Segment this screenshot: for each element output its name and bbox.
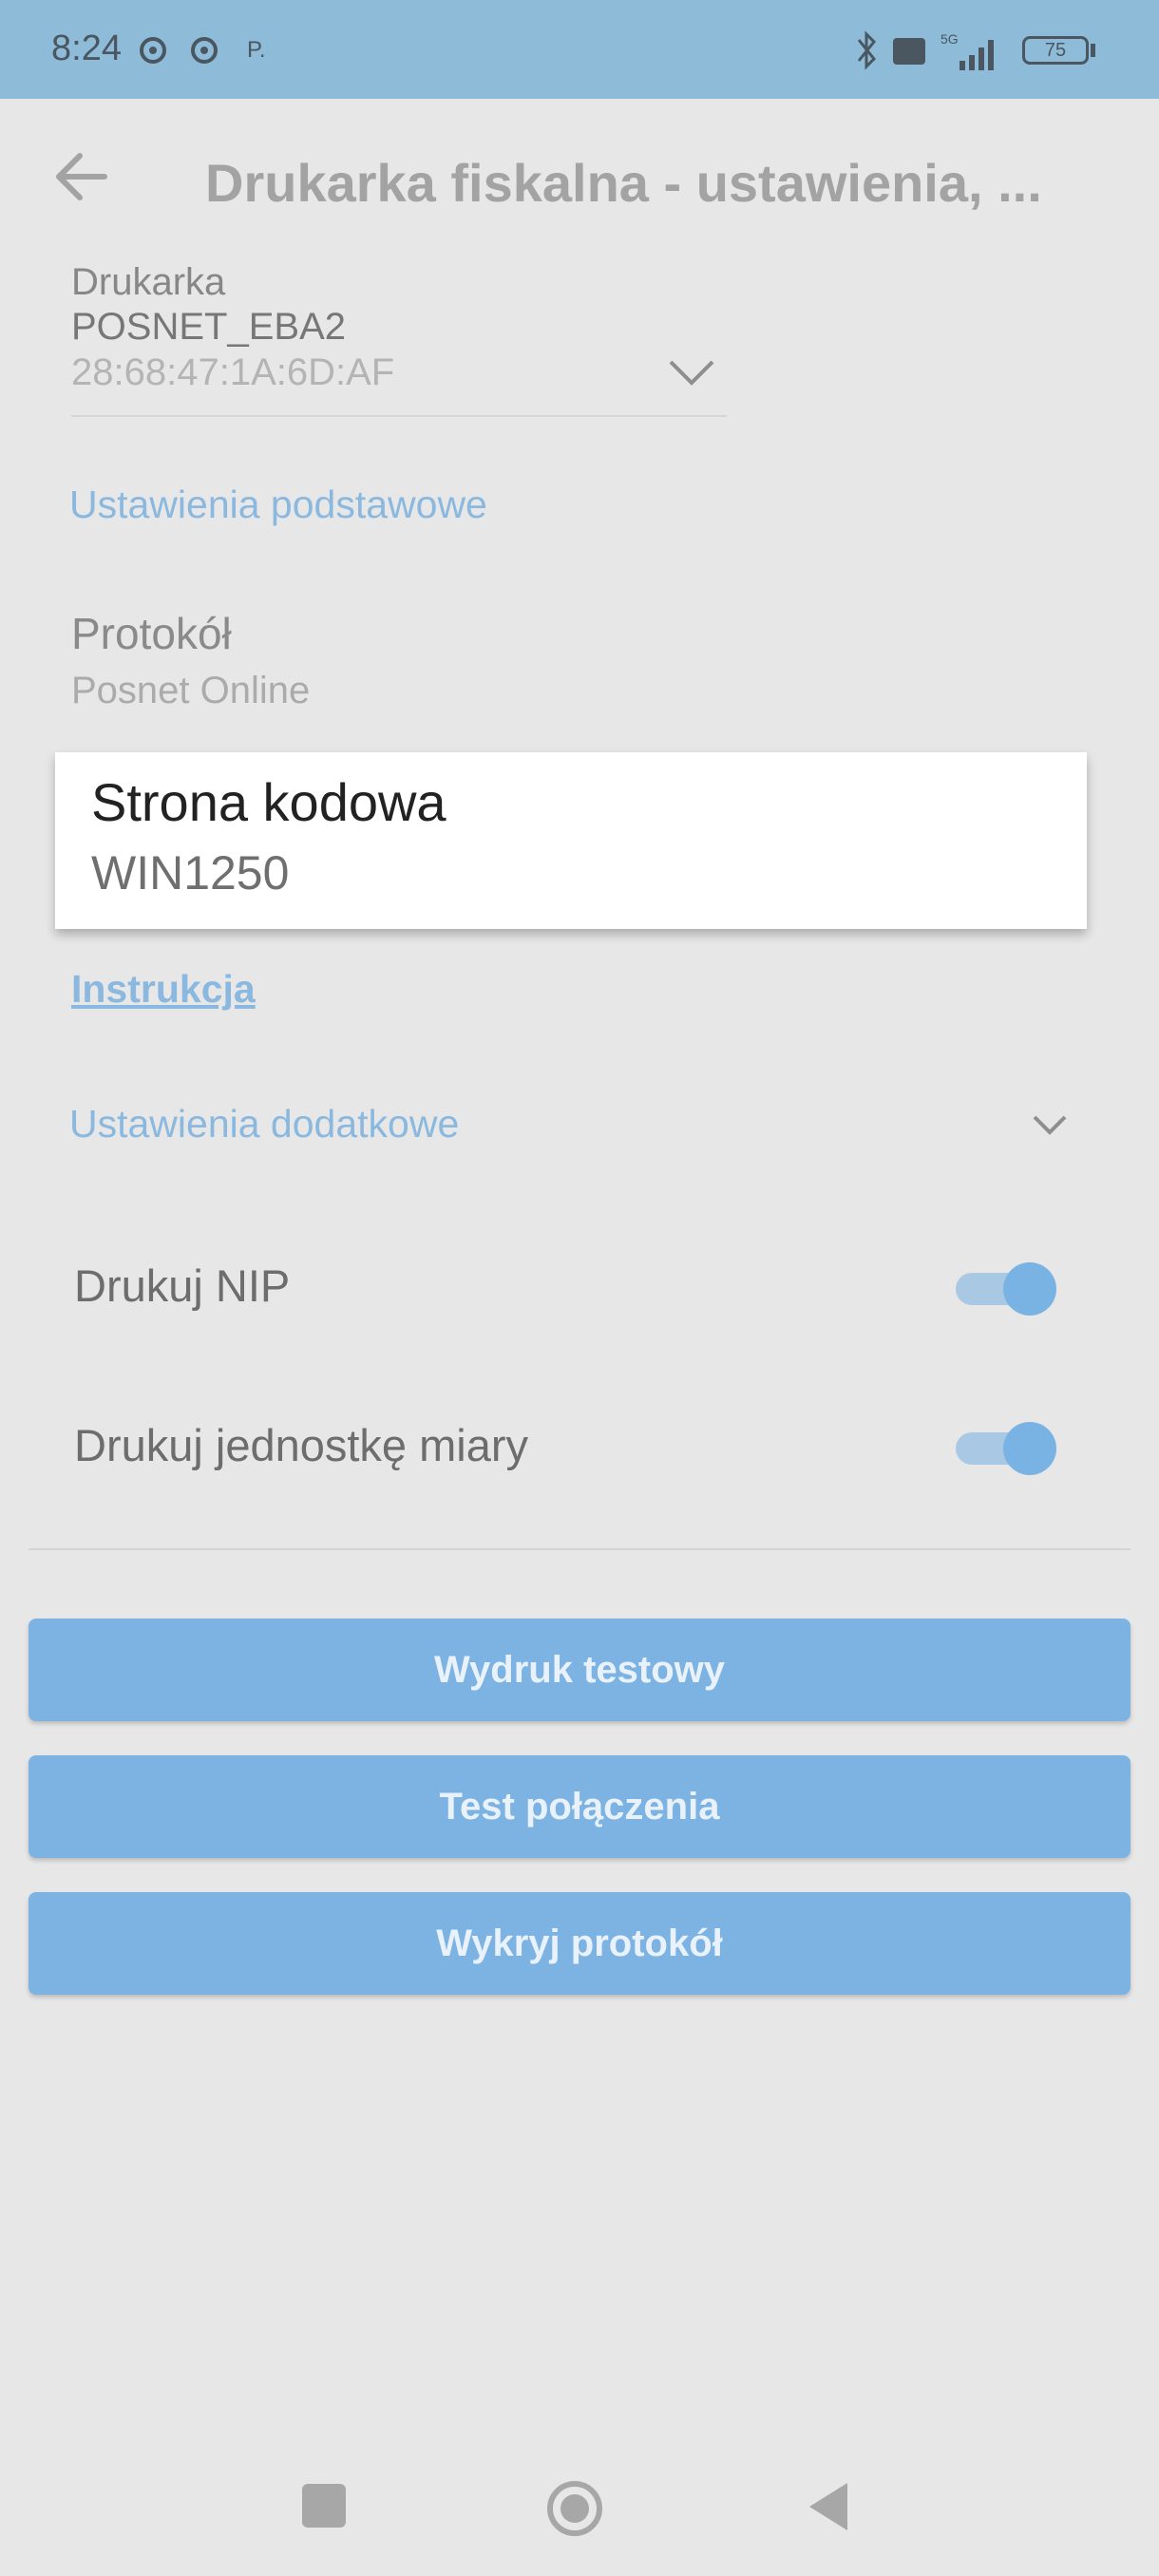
print-nip-toggle[interactable] [952,1260,1056,1316]
page-title: Drukarka fiskalna - ustawienia, ... [205,153,1042,213]
network-label: 5G [940,31,959,47]
chevron-down-icon[interactable] [1031,1111,1069,1138]
chrome-icon-2 [191,37,218,64]
detect-protocol-button[interactable]: Wykryj protokół [28,1892,1130,1995]
signal-icon: 5G [940,31,994,70]
status-time: 8:24 [51,28,122,68]
printer-mac: 28:68:47:1A:6D:AF [71,351,395,393]
protocol-title[interactable]: Protokół [71,608,232,659]
printer-underline [71,415,727,417]
back-arrow-icon[interactable] [48,142,116,211]
print-unit-label: Drukuj jednostkę miary [74,1420,529,1470]
home-button[interactable] [546,2480,603,2537]
svg-text:P.: P. [247,37,266,63]
test-print-button[interactable]: Wydruk testowy [28,1619,1130,1721]
codepage-title: Strona kodowa [91,772,446,832]
nav-back-button[interactable] [808,2481,849,2532]
recents-button[interactable] [302,2484,346,2528]
codepage-setting[interactable]: Strona kodowa WIN1250 [55,752,1087,929]
printer-label: Drukarka [71,261,226,303]
test-connection-button[interactable]: Test połączenia [28,1755,1130,1858]
print-unit-toggle[interactable] [952,1419,1056,1475]
section-basic-settings: Ustawienia podstawowe [69,483,487,526]
codepage-value: WIN1250 [91,846,290,900]
sim-icon [893,38,925,65]
protocol-value: Posnet Online [71,670,311,711]
instruction-link[interactable]: Instrukcja [71,967,256,1012]
toggle-knob [1003,1422,1056,1475]
bluetooth-icon [857,30,877,70]
print-nip-label: Drukuj NIP [74,1260,291,1311]
printer-name[interactable]: POSNET_EBA2 [71,306,346,349]
battery-tip [1091,44,1095,57]
battery-icon: 75 [1022,36,1089,65]
chrome-icon [140,37,166,64]
notification-p-icon: P. [247,37,266,63]
divider [28,1548,1130,1550]
toggle-knob [1003,1262,1056,1316]
status-bar: 8:24 P. 5G 75 [0,0,1159,99]
section-extra-settings[interactable]: Ustawienia dodatkowe [69,1102,459,1146]
printer-dropdown-chevron-icon[interactable] [667,356,716,388]
